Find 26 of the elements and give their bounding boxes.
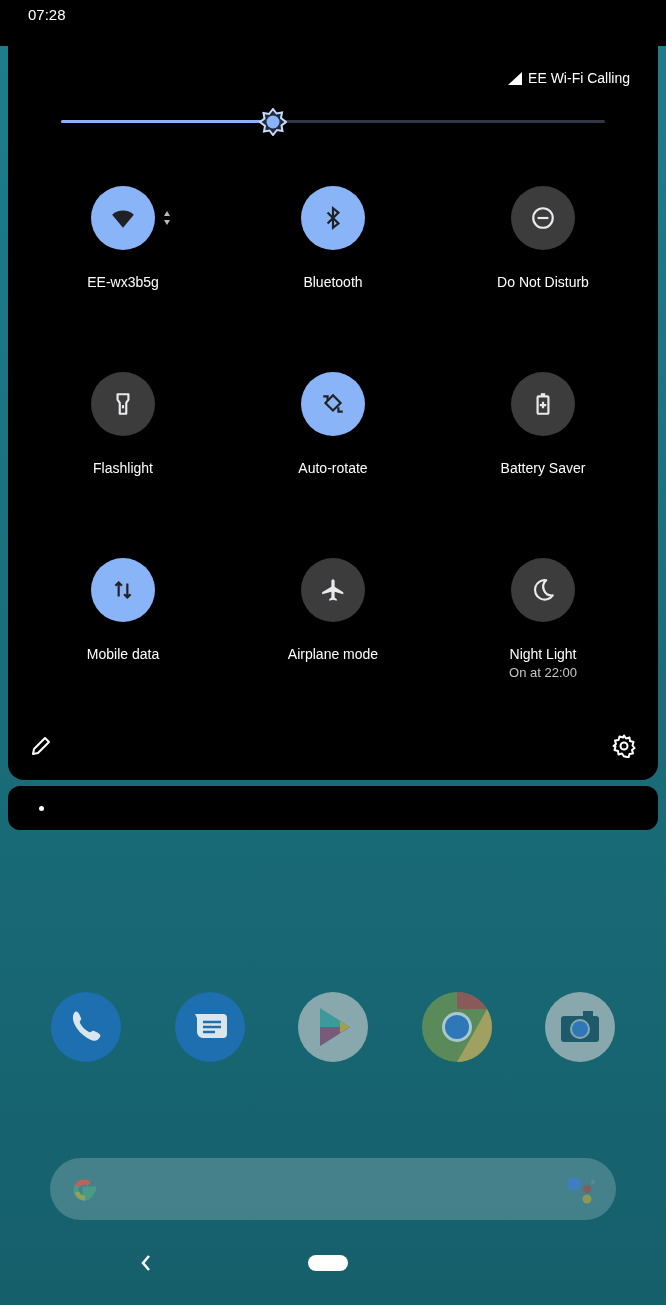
home-pill[interactable]: [308, 1255, 348, 1271]
tile-label: Do Not Disturb: [497, 273, 589, 292]
play-store-icon[interactable]: [298, 992, 368, 1062]
status-time: 07:28: [28, 5, 66, 25]
camera-app-icon[interactable]: [545, 992, 615, 1062]
tile-label: Airplane mode: [287, 645, 379, 664]
tile-label: EE-wx3b5g: [87, 273, 159, 292]
edit-icon[interactable]: [30, 735, 52, 757]
signal-icon: [508, 71, 523, 85]
expand-arrows-icon[interactable]: [163, 210, 171, 226]
do-not-disturb-icon: [530, 205, 556, 231]
messages-app-icon[interactable]: [174, 992, 245, 1062]
brightness-thumb[interactable]: [259, 108, 288, 136]
tile-label: Bluetooth: [303, 273, 363, 292]
back-icon[interactable]: [140, 1254, 152, 1272]
browser-app-icon[interactable]: [421, 992, 492, 1062]
tile-subtitle: On at 22:00: [509, 664, 577, 682]
tile-label: Flashlight: [93, 459, 153, 478]
carrier-label: EE Wi-Fi Calling: [528, 68, 630, 88]
phone-app-icon[interactable]: [51, 992, 121, 1062]
airplane-icon: [320, 577, 346, 603]
tile-label: Mobile data: [86, 645, 160, 664]
settings-icon[interactable]: [612, 734, 636, 758]
tile-label: Auto-rotate: [298, 459, 368, 478]
tile-label: Battery Saver: [500, 459, 586, 478]
tile-label: Night Light: [509, 645, 577, 664]
